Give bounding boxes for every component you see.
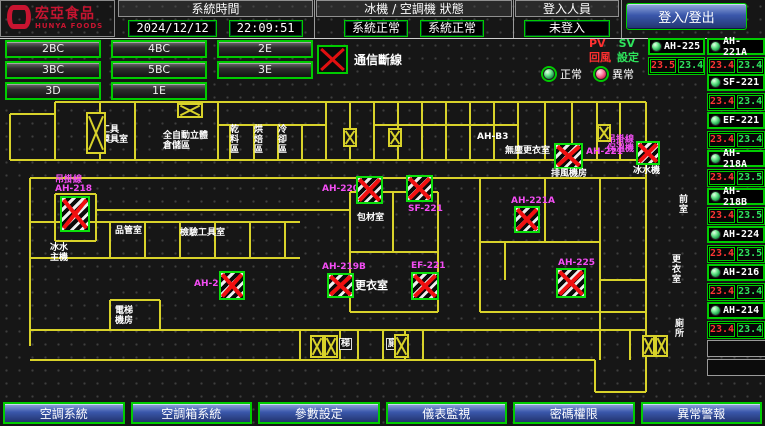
unit-values: 23.523.4 [648, 57, 705, 75]
unit-name-label: AH-225 [664, 41, 700, 52]
sidebar-unit-EF-221: EF-221 23.423.4 [707, 112, 765, 149]
unit-sv-value: 23.5 [737, 209, 763, 223]
sidebar-unit-AH-218A: AH-218A23.423.5 [707, 150, 765, 187]
unit-name-button[interactable]: AH-225 [648, 38, 705, 55]
sidebar-unit-AH-216: AH-216 23.423.4 [707, 264, 765, 301]
unit-values: 23.423.4 [707, 93, 765, 111]
unit-name-button[interactable]: AH-214 [707, 302, 765, 319]
unit-name-button[interactable]: EF-221 [707, 112, 765, 129]
unit-name-button[interactable]: AH-216 [707, 264, 765, 281]
unit-sv-value: 23.4 [737, 95, 763, 109]
unit-pv-value: 23.4 [709, 133, 735, 147]
unit-name-button[interactable]: AH-224 [707, 226, 765, 243]
unit-values: 23.423.4 [707, 321, 765, 339]
unit-name-button[interactable]: AH-221A [707, 38, 765, 55]
nav-button-空調箱系統[interactable]: 空調箱系統 [131, 402, 253, 424]
unit-name-label: EF-221 [723, 115, 759, 126]
hmi-screen: 宏亞食品 HUNYA FOODS 系統時間 2024/12/12 22:09:5… [0, 0, 765, 426]
unit-values: 23.423.5 [707, 169, 765, 187]
nav-button-異常警報[interactable]: 異常警報 [641, 402, 763, 424]
unit-pv-value: 23.4 [709, 247, 735, 261]
unit-pv-value: 23.4 [709, 285, 735, 299]
unit-sidebar: AH-22523.523.4AH-221A23.423.4SF-22123.42… [0, 0, 765, 426]
nav-button-密碼權限[interactable]: 密碼權限 [513, 402, 635, 424]
unit-values: 23.423.5 [707, 207, 765, 225]
unit-pv-value: 23.4 [709, 59, 735, 73]
sidebar-unit-SF-221: SF-221 23.423.4 [707, 74, 765, 111]
nav-button-空調系統[interactable]: 空調系統 [3, 402, 125, 424]
unit-status-led-icon [710, 77, 721, 88]
nav-button-參數設定[interactable]: 參數設定 [258, 402, 380, 424]
sidebar-unit-AH-225: AH-225 23.523.4 [648, 38, 705, 75]
unit-name-label: AH-218B [723, 186, 762, 208]
unit-status-led-icon [710, 191, 721, 202]
unit-name-label: AH-214 [723, 305, 759, 316]
bottom-nav: 空調系統空調箱系統參數設定儀表監視密碼權限異常警報 [3, 402, 762, 424]
unit-values: 23.423.4 [707, 283, 765, 301]
unit-pv-value: 23.4 [709, 323, 735, 337]
unit-status-led-icon [710, 41, 721, 52]
unit-sv-value: 23.5 [737, 247, 763, 261]
unit-values: 23.423.4 [707, 57, 765, 75]
unit-name-label: AH-224 [723, 229, 759, 240]
unit-name-label: SF-221 [723, 77, 759, 88]
unit-name-button[interactable]: AH-218B [707, 188, 765, 205]
unit-name-label: AH-216 [723, 267, 759, 278]
unit-sv-value: 23.4 [737, 323, 763, 337]
sidebar-unit-AH-214: AH-214 23.423.4 [707, 302, 765, 339]
unit-values: 23.423.5 [707, 245, 765, 263]
unit-status-led-icon [710, 229, 721, 240]
unit-status-led-icon [651, 41, 662, 52]
sidebar-unit-AH-218B: AH-218B23.423.5 [707, 188, 765, 225]
unit-values: 23.423.4 [707, 131, 765, 149]
unit-status-led-icon [710, 115, 721, 126]
empty-unit-slot [707, 359, 765, 376]
unit-sv-value: 23.4 [737, 133, 763, 147]
unit-status-led-icon [710, 267, 721, 278]
unit-sv-value: 23.4 [737, 285, 763, 299]
unit-pv-value: 23.4 [709, 95, 735, 109]
unit-sv-value: 23.4 [737, 59, 763, 73]
unit-sv-value: 23.5 [737, 171, 763, 185]
unit-name-label: AH-218A [723, 148, 762, 170]
sidebar-unit-AH-224: AH-224 23.423.5 [707, 226, 765, 263]
unit-sv-value: 23.4 [678, 59, 704, 73]
unit-status-led-icon [710, 305, 721, 316]
empty-unit-slot [707, 340, 765, 357]
unit-status-led-icon [710, 153, 721, 164]
nav-button-儀表監視[interactable]: 儀表監視 [386, 402, 508, 424]
unit-name-button[interactable]: SF-221 [707, 74, 765, 91]
unit-name-button[interactable]: AH-218A [707, 150, 765, 167]
sidebar-unit-AH-221A: AH-221A23.423.4 [707, 38, 765, 75]
unit-pv-value: 23.4 [709, 209, 735, 223]
unit-pv-value: 23.4 [709, 171, 735, 185]
unit-pv-value: 23.5 [650, 59, 676, 73]
unit-name-label: AH-221A [723, 36, 762, 58]
